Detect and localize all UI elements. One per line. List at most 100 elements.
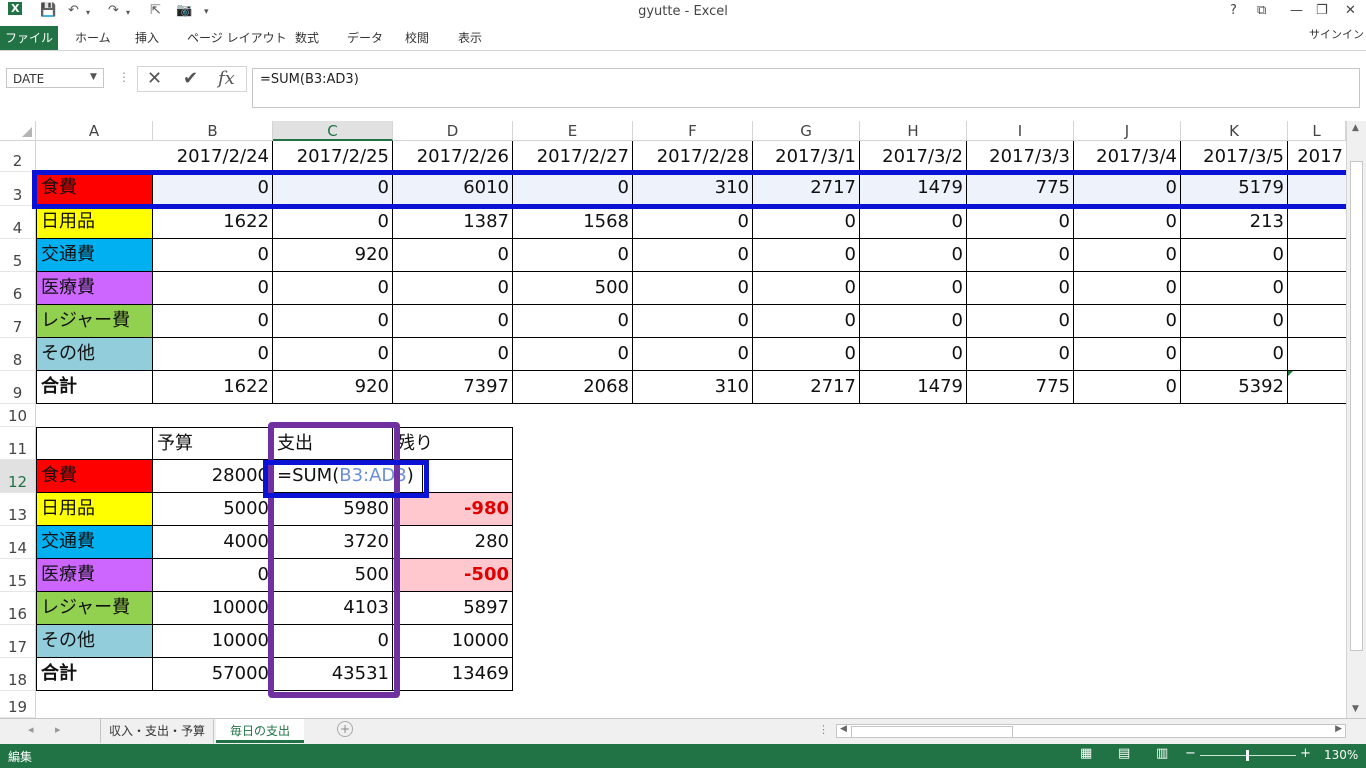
summary-category-cell[interactable]: 食費 — [36, 460, 153, 493]
summary-header-cell[interactable]: 残り — [393, 427, 513, 460]
daily-value-cell[interactable]: 0 — [273, 206, 393, 239]
date-header-cell[interactable]: 2017/3/3 — [967, 141, 1074, 172]
daily-value-cell[interactable]: 0 — [967, 272, 1074, 305]
daily-value-cell[interactable]: 1568 — [513, 206, 633, 239]
row-header-14[interactable]: 14 — [0, 526, 36, 559]
daily-value-cell[interactable]: 0 — [393, 272, 513, 305]
insert-function-icon[interactable]: fx — [218, 68, 235, 89]
category-label-cell[interactable]: その他 — [36, 338, 153, 371]
horizontal-scrollbar[interactable]: ◀ ▶ — [836, 724, 1346, 738]
row-header-11[interactable]: 11 — [0, 427, 36, 460]
daily-total-cell[interactable]: 920 — [273, 371, 393, 404]
daily-value-cell[interactable]: 0 — [967, 206, 1074, 239]
daily-value-cell[interactable]: 0 — [967, 239, 1074, 272]
column-header-i[interactable]: I — [967, 121, 1074, 141]
daily-value-cell-partial[interactable] — [1288, 272, 1346, 305]
daily-value-cell[interactable]: 0 — [153, 305, 273, 338]
zoom-level[interactable]: 130% — [1324, 748, 1358, 762]
daily-value-cell[interactable]: 310 — [633, 172, 753, 206]
scroll-right-icon[interactable]: ▶ — [1335, 724, 1342, 734]
row-header-2[interactable]: 2 — [0, 141, 36, 172]
daily-value-cell[interactable]: 0 — [967, 305, 1074, 338]
daily-value-cell[interactable]: 0 — [513, 338, 633, 371]
daily-total-cell[interactable]: 310 — [633, 371, 753, 404]
daily-value-cell[interactable]: 0 — [153, 272, 273, 305]
column-header-c[interactable]: C — [273, 121, 393, 141]
summary-category-cell[interactable]: 合計 — [36, 658, 153, 691]
remaining-cell[interactable] — [393, 460, 513, 493]
daily-value-cell-partial[interactable] — [1288, 338, 1346, 371]
date-header-cell[interactable]: 2017/2/25 — [273, 141, 393, 172]
daily-total-cell[interactable]: 5392 — [1181, 371, 1288, 404]
tab-page-layout[interactable]: ページ レイアウト — [187, 26, 287, 50]
daily-value-cell[interactable]: 0 — [633, 305, 753, 338]
daily-total-cell[interactable]: 2717 — [753, 371, 860, 404]
daily-value-cell[interactable]: 0 — [393, 305, 513, 338]
daily-value-cell[interactable]: 0 — [633, 338, 753, 371]
budget-cell[interactable]: 28000 — [153, 460, 273, 493]
spent-cell[interactable]: 500 — [273, 559, 393, 592]
daily-value-cell[interactable]: 0 — [1074, 272, 1181, 305]
daily-value-cell-partial[interactable] — [1288, 305, 1346, 338]
daily-value-cell[interactable]: 0 — [153, 338, 273, 371]
daily-value-cell[interactable]: 0 — [513, 172, 633, 206]
remaining-cell[interactable]: -980 — [393, 493, 513, 526]
enter-icon[interactable]: ✔ — [183, 68, 198, 89]
daily-total-cell[interactable]: 7397 — [393, 371, 513, 404]
date-header-cell[interactable]: 2017/2/28 — [633, 141, 753, 172]
daily-value-cell[interactable]: 0 — [860, 338, 967, 371]
remaining-cell[interactable]: 10000 — [393, 625, 513, 658]
daily-value-cell[interactable]: 0 — [1074, 338, 1181, 371]
date-header-cell[interactable]: 2017/3/5 — [1181, 141, 1288, 172]
daily-value-cell[interactable]: 213 — [1181, 206, 1288, 239]
total-label-cell[interactable]: 合計 — [36, 371, 153, 404]
normal-view-icon[interactable]: ▦ — [1080, 746, 1092, 761]
daily-value-cell[interactable]: 1622 — [153, 206, 273, 239]
daily-value-cell[interactable]: 920 — [273, 239, 393, 272]
row-header-16[interactable]: 16 — [0, 592, 36, 625]
tab-insert[interactable]: 挿入 — [135, 26, 159, 50]
summary-category-cell[interactable]: その他 — [36, 625, 153, 658]
restore-icon[interactable]: ❐ — [1316, 3, 1328, 18]
daily-value-cell-partial[interactable] — [1288, 172, 1346, 206]
daily-value-cell[interactable]: 0 — [1074, 172, 1181, 206]
next-sheet-icon[interactable]: ▸ — [55, 723, 61, 736]
row-header-7[interactable]: 7 — [0, 305, 36, 338]
ribbon-display-options-icon[interactable]: ⧉ — [1257, 3, 1266, 18]
daily-value-cell[interactable]: 1479 — [860, 172, 967, 206]
zoom-slider-thumb[interactable] — [1246, 750, 1249, 761]
daily-total-cell[interactable]: 1479 — [860, 371, 967, 404]
row-header-3[interactable]: 3 — [0, 172, 36, 206]
daily-value-cell[interactable]: 0 — [1181, 338, 1288, 371]
daily-value-cell[interactable]: 0 — [273, 305, 393, 338]
daily-value-cell[interactable]: 500 — [513, 272, 633, 305]
remaining-cell[interactable]: 280 — [393, 526, 513, 559]
column-header-j[interactable]: J — [1074, 121, 1181, 141]
row-header-5[interactable]: 5 — [0, 239, 36, 272]
vertical-scroll-thumb[interactable] — [1350, 161, 1363, 651]
daily-value-cell[interactable]: 0 — [513, 305, 633, 338]
daily-value-cell[interactable]: 0 — [967, 338, 1074, 371]
daily-value-cell[interactable]: 0 — [1074, 305, 1181, 338]
daily-total-cell[interactable]: 0 — [1074, 371, 1181, 404]
scroll-left-icon[interactable]: ◀ — [840, 724, 847, 734]
budget-cell[interactable]: 0 — [153, 559, 273, 592]
name-box-dropdown-icon[interactable]: ▼ — [90, 72, 97, 82]
cancel-icon[interactable]: ✕ — [147, 68, 162, 89]
row-header-8[interactable]: 8 — [0, 338, 36, 371]
daily-value-cell[interactable]: 2717 — [753, 172, 860, 206]
budget-cell[interactable]: 4000 — [153, 526, 273, 559]
spent-cell[interactable]: 4103 — [273, 592, 393, 625]
daily-value-cell[interactable]: 0 — [860, 239, 967, 272]
close-icon[interactable]: ✕ — [1345, 3, 1356, 18]
prev-sheet-icon[interactable]: ◂ — [28, 723, 34, 736]
tab-file[interactable]: ファイル — [0, 26, 58, 50]
row-header-12[interactable]: 12 — [0, 460, 36, 493]
daily-value-cell[interactable]: 0 — [753, 272, 860, 305]
category-label-cell[interactable]: 交通費 — [36, 239, 153, 272]
daily-value-cell[interactable]: 0 — [633, 239, 753, 272]
daily-value-cell[interactable]: 0 — [633, 206, 753, 239]
row-header-17[interactable]: 17 — [0, 625, 36, 658]
summary-category-cell[interactable]: 日用品 — [36, 493, 153, 526]
daily-value-cell[interactable]: 0 — [393, 239, 513, 272]
